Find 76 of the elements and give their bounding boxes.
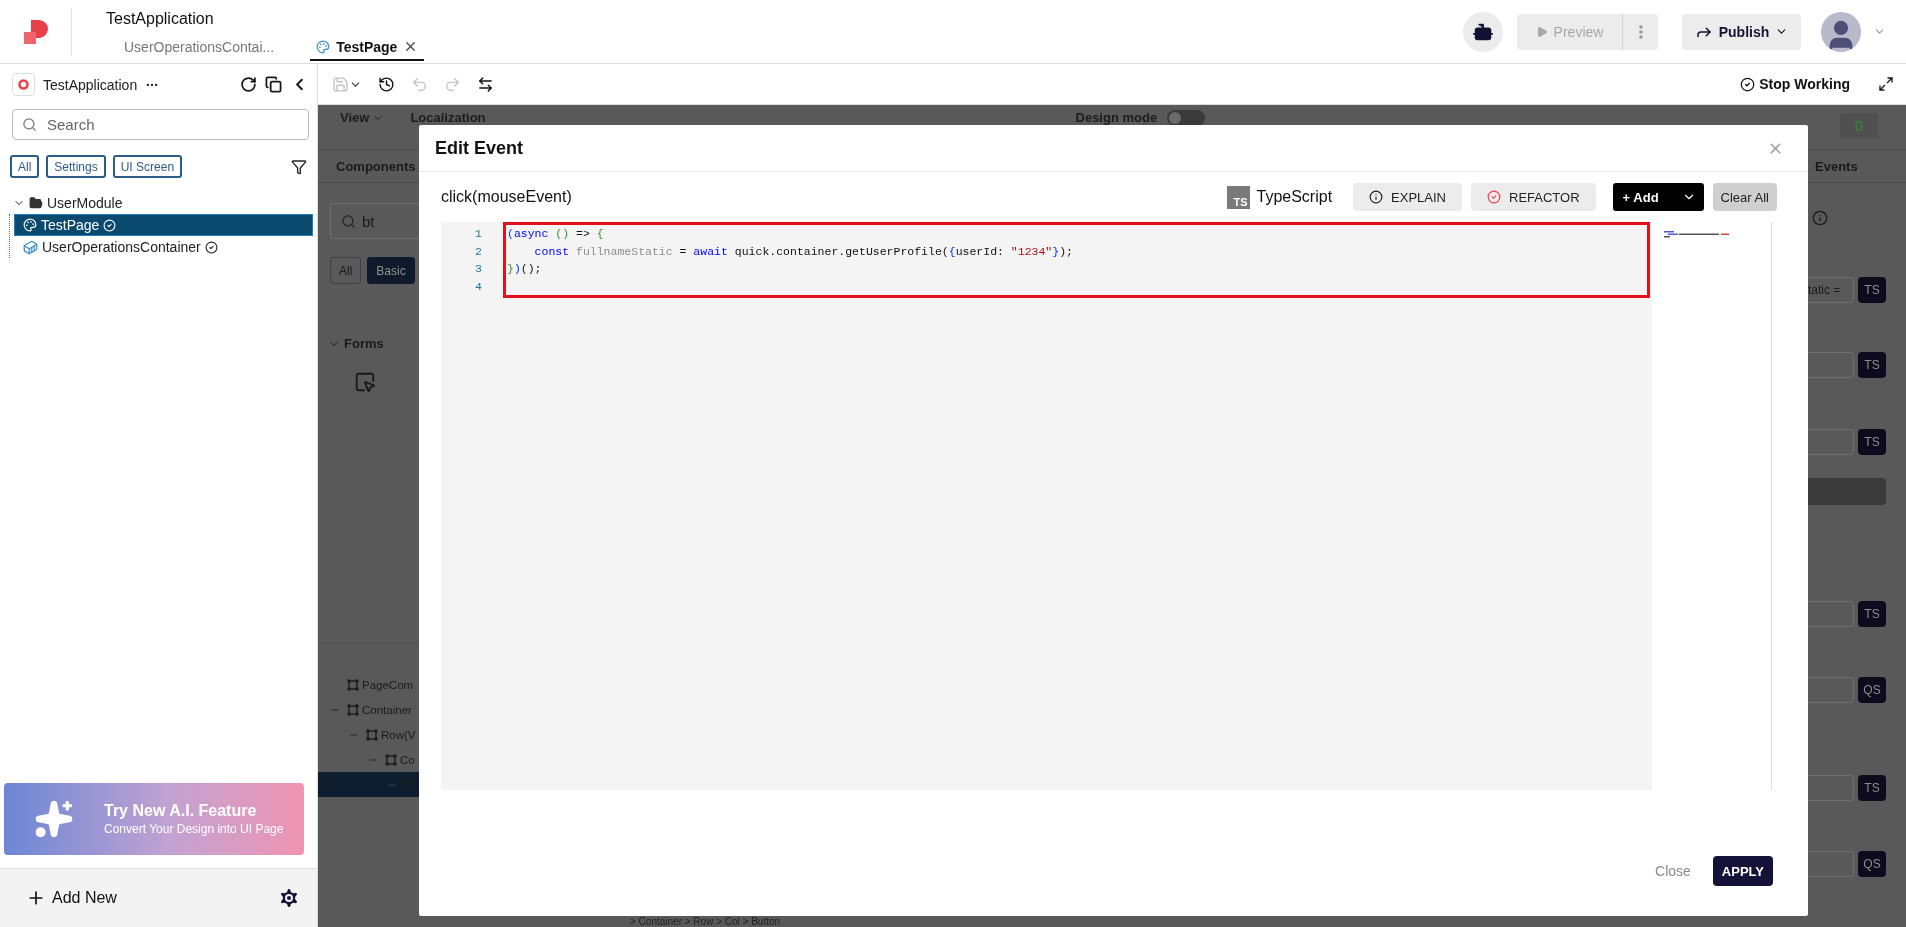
promo-title: Try New A.I. Feature: [104, 802, 258, 820]
check-circle-icon: [103, 218, 117, 232]
ts-button[interactable]: TS: [1858, 429, 1886, 455]
tree-item[interactable]: TestPage: [14, 214, 313, 236]
counter-badge: 0: [1840, 113, 1878, 138]
language-logo: TS: [1226, 185, 1250, 209]
folder-icon: [29, 196, 43, 210]
history-icon[interactable]: [378, 75, 395, 93]
sparkles-icon: [34, 799, 74, 839]
ts-button[interactable]: TS: [1858, 352, 1886, 378]
refactor-button[interactable]: REFACTOR: [1471, 183, 1596, 211]
more-button[interactable]: [1623, 13, 1658, 50]
palette-icon: [23, 218, 37, 232]
frame-icon: [347, 703, 359, 716]
event-name: click(mouseEvent): [441, 188, 572, 206]
search-icon: [341, 213, 356, 229]
promo-subtitle: Convert Your Design into UI Page: [104, 822, 284, 836]
line-number: 2: [475, 243, 482, 260]
ts-button[interactable]: TS: [1858, 277, 1886, 303]
tree-item[interactable]: UserOperationsContainer: [14, 236, 313, 258]
line-number: 3: [475, 261, 482, 277]
frame-icon: [385, 753, 397, 766]
filter-icon[interactable]: [291, 158, 307, 175]
add-new-button[interactable]: Add New: [20, 887, 123, 909]
check-circle-icon: [1487, 190, 1501, 204]
search-field[interactable]: Search: [12, 109, 309, 140]
app-name: TestApplication: [43, 76, 138, 93]
apply-button[interactable]: APPLY: [1712, 856, 1773, 886]
clear-all-button[interactable]: Clear All: [1712, 183, 1777, 211]
check-circle-icon: [1740, 76, 1756, 92]
play-icon: [1535, 25, 1548, 38]
stop-working-button[interactable]: Stop Working: [1734, 75, 1856, 93]
expand-icon[interactable]: [1878, 76, 1894, 92]
assistant-button[interactable]: [1463, 11, 1503, 52]
info-icon: [1369, 190, 1384, 204]
kebab-icon: [1638, 24, 1643, 39]
dialog-title: Edit Event: [435, 137, 523, 159]
add-button[interactable]: + Add: [1612, 183, 1704, 211]
ts-button[interactable]: TS: [1858, 775, 1886, 801]
palette-icon: [316, 39, 331, 54]
line-number: 4: [475, 278, 482, 295]
check-circle-icon: [204, 240, 218, 254]
filter-chip[interactable]: Basic: [367, 257, 415, 284]
app-title: TestApplication: [106, 10, 215, 28]
avatar[interactable]: [1821, 11, 1861, 52]
filter-chip[interactable]: Settings: [46, 155, 106, 178]
filter-chip[interactable]: UI Screen: [112, 155, 183, 178]
swap-icon[interactable]: [477, 75, 494, 93]
copy-icon[interactable]: [265, 76, 282, 93]
line-number: 1: [475, 226, 482, 242]
code-line: (async () => {: [507, 226, 605, 242]
app-icon: [12, 73, 35, 96]
ts-button[interactable]: QS: [1858, 851, 1886, 877]
frame-icon: [366, 728, 378, 741]
container-icon: [23, 239, 38, 255]
design-mode-toggle[interactable]: [1167, 110, 1206, 126]
filter-chip[interactable]: All: [10, 155, 40, 178]
info-icon[interactable]: [1812, 210, 1828, 226]
code-line: const fullnameStatic = await quick.container.getUserProfile({userId: "1234"});: [533, 243, 1074, 260]
language-label: TypeScript: [1256, 188, 1333, 206]
frame-icon: [347, 678, 359, 691]
app-logo: [22, 18, 49, 45]
publish-button[interactable]: Publish: [1682, 13, 1801, 50]
refresh-icon[interactable]: [240, 76, 257, 93]
page-tab[interactable]: UserOperationsContai...: [118, 34, 281, 61]
close-button[interactable]: Close: [1649, 856, 1697, 886]
ts-button[interactable]: TS: [1858, 601, 1886, 627]
code-editor[interactable]: 1 2 3 4 (async () => { const fullnameStatic = await quick.container.getUserProfile({userId: "1234"}); })();: [441, 222, 1652, 790]
search-icon: [22, 117, 37, 132]
code-line: })();: [507, 261, 543, 277]
component-icon[interactable]: [354, 371, 376, 393]
tree-item[interactable]: UserModule: [4, 192, 313, 214]
explain-button[interactable]: EXPLAIN: [1353, 183, 1462, 211]
page-tab[interactable]: TestPage: [310, 34, 425, 61]
design-mode-label: Design mode: [1075, 110, 1158, 125]
ts-button[interactable]: QS: [1858, 677, 1886, 703]
